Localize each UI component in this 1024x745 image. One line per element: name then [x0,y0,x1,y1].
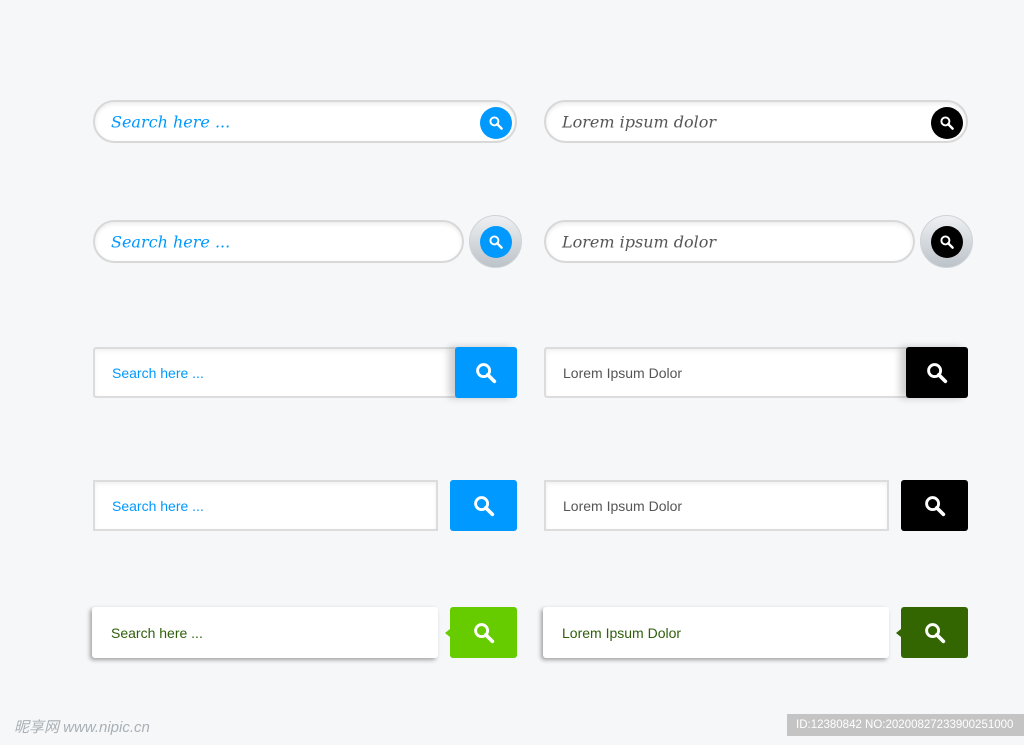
search-button[interactable] [901,480,968,531]
search-icon [472,621,496,645]
search-button[interactable] [931,107,963,139]
search-input[interactable]: Search here ... [112,365,204,381]
search-bar-3-left: Search here ... [93,347,517,398]
search-bar-1-right: Lorem ipsum dolor [544,100,968,143]
search-button[interactable] [450,480,517,531]
search-bar-3-right: Lorem Ipsum Dolor [544,347,968,398]
placeholder: Lorem Ipsum Dolor [562,624,682,641]
search-button[interactable] [455,347,517,398]
search-icon [472,494,496,518]
search-button[interactable] [469,215,522,268]
search-input[interactable]: Lorem ipsum dolor [562,112,716,131]
placeholder: Search here ... [112,497,204,514]
search-input[interactable]: Lorem ipsum dolor [544,220,915,263]
search-button[interactable] [906,347,968,398]
search-button[interactable] [445,607,517,658]
search-icon [923,494,947,518]
search-icon [474,361,498,385]
search-icon [939,115,955,131]
search-button[interactable] [896,607,968,658]
placeholder: Search here ... [111,232,231,251]
search-button[interactable] [480,107,512,139]
search-icon [923,621,947,645]
watermark-logo: 昵享网 www.nipic.cn [14,719,150,736]
search-bar-1-left: Search here ... [93,100,517,143]
search-input[interactable]: Search here ... [92,607,438,658]
placeholder: Lorem ipsum dolor [562,232,717,251]
placeholder: Lorem Ipsum Dolor [563,497,683,514]
search-input[interactable]: Search here ... [93,220,464,263]
watermark-id: ID:12380842 NO:20200827233900251000 [787,714,1024,736]
search-input[interactable]: Lorem Ipsum Dolor [543,607,889,658]
placeholder: Search here ... [111,624,203,641]
search-icon [939,234,955,250]
search-input[interactable]: Search here ... [93,480,438,531]
search-input[interactable]: Lorem Ipsum Dolor [563,365,682,381]
search-icon [488,234,504,250]
search-icon [488,115,504,131]
search-button[interactable] [920,215,973,268]
search-input[interactable]: Lorem Ipsum Dolor [544,480,889,531]
search-icon [925,361,949,385]
search-input[interactable]: Search here ... [111,112,230,131]
